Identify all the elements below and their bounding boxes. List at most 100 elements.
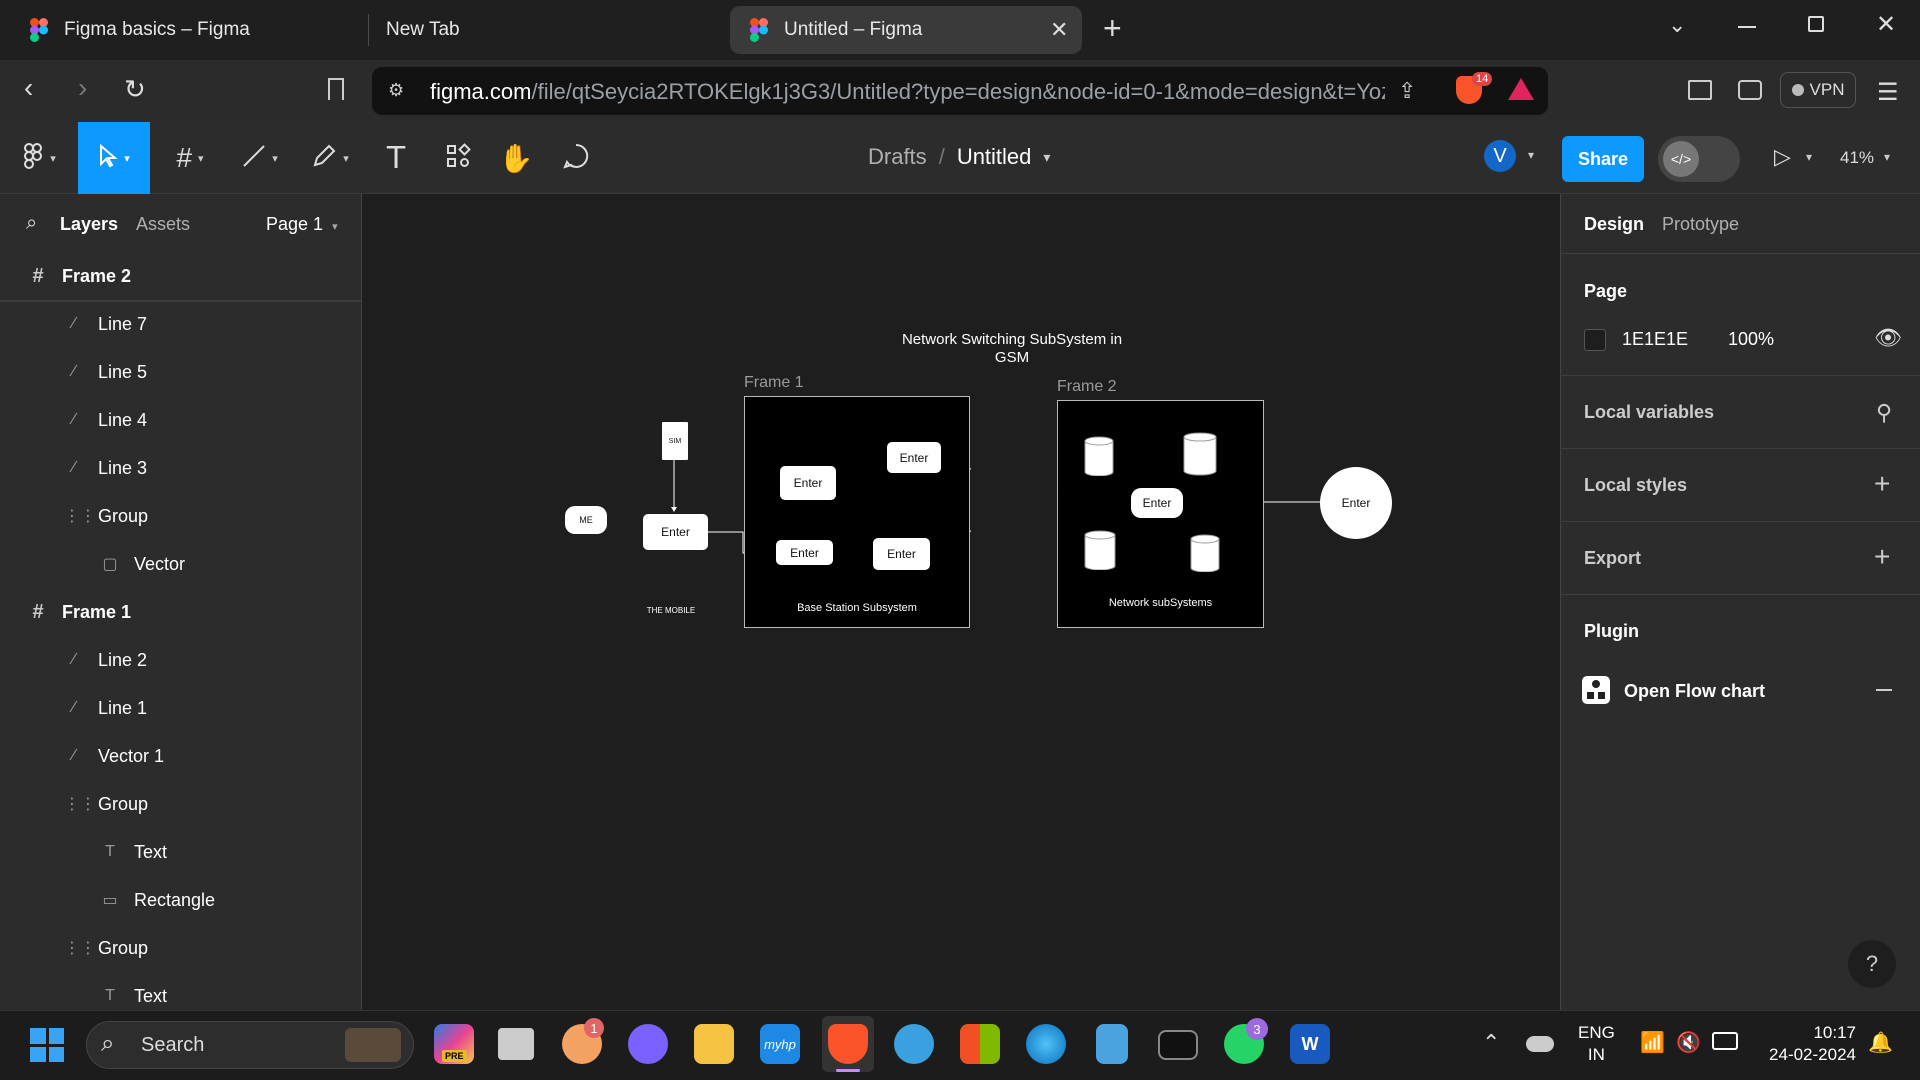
hand-tool-button[interactable]: ✋ — [492, 122, 540, 194]
help-button[interactable]: ? — [1848, 940, 1896, 988]
chevron-down-icon[interactable]: ▾ — [1043, 149, 1050, 166]
onedrive-cloud-icon[interactable] — [1526, 1036, 1554, 1052]
variables-sliders-icon[interactable]: ⚲ — [1876, 400, 1892, 426]
local-styles-label[interactable]: Local styles — [1584, 475, 1687, 496]
layer-row[interactable]: ⁄ Line 1 — [0, 684, 361, 732]
sidebar-toggle-icon[interactable] — [1688, 80, 1712, 100]
dev-mode-toggle[interactable]: </> — [1658, 136, 1740, 182]
bookmark-icon[interactable] — [328, 78, 344, 100]
enter-node[interactable]: Enter — [643, 514, 708, 550]
close-window-button[interactable]: ✕ — [1876, 10, 1896, 39]
tab-layers[interactable]: Layers — [60, 214, 118, 235]
bss-caption[interactable]: Base Station Subsystem — [744, 602, 970, 614]
new-tab-button[interactable]: + — [1103, 10, 1122, 47]
nss-caption[interactable]: Network subSystems — [1057, 597, 1264, 609]
layer-row[interactable]: ⁄ Line 2 — [0, 636, 361, 684]
get-help-icon[interactable] — [894, 1024, 934, 1064]
layer-row[interactable]: ⋮⋮ Group — [0, 780, 361, 828]
wifi-icon[interactable]: 📶 — [1640, 1030, 1665, 1055]
breadcrumb-drafts[interactable]: Drafts — [868, 144, 927, 170]
reload-button[interactable]: ↻ — [124, 74, 146, 105]
forward-button[interactable]: › — [78, 72, 87, 104]
site-settings-icon[interactable]: ⚙ — [388, 80, 404, 101]
move-tool-button[interactable]: ▾ — [78, 122, 150, 194]
main-menu-button[interactable]: ▾ — [10, 122, 70, 194]
frame-tool-button[interactable]: # ▾ — [160, 122, 220, 194]
back-button[interactable]: ‹ — [24, 72, 33, 104]
export-label[interactable]: Export — [1584, 548, 1641, 569]
layer-row[interactable]: ⁄ Line 5 — [0, 348, 361, 396]
show-hidden-icons-chevron[interactable]: ⌃ — [1482, 1030, 1500, 1056]
layer-row[interactable]: ⁄ Vector 1 — [0, 732, 361, 780]
notification-bell-icon[interactable]: 🔔 — [1868, 1030, 1893, 1055]
layer-row[interactable]: # Frame 2 — [0, 252, 361, 300]
text-tool-button[interactable]: T — [372, 122, 420, 194]
layer-row[interactable]: ⁄ Line 4 — [0, 396, 361, 444]
enter-circle-node[interactable]: Enter — [1320, 467, 1392, 539]
word-icon[interactable]: W — [1290, 1024, 1330, 1064]
search-icon[interactable]: ⌕ — [26, 212, 37, 235]
user-avatar[interactable]: V — [1484, 140, 1516, 172]
tab-new-tab[interactable]: New Tab — [366, 6, 716, 54]
layer-row[interactable]: T Text — [0, 828, 361, 876]
layer-row[interactable]: # Frame 1 — [0, 588, 361, 636]
tab-assets[interactable]: Assets — [136, 214, 190, 235]
pen-tool-button[interactable]: ▾ — [300, 122, 360, 194]
restore-window-button[interactable] — [1808, 16, 1824, 32]
file-name[interactable]: Untitled — [957, 144, 1032, 170]
present-play-icon[interactable]: ▷ — [1774, 144, 1791, 170]
layer-row[interactable]: ⋮⋮ Group — [0, 492, 361, 540]
chevron-down-icon[interactable]: ▾ — [1528, 148, 1534, 162]
page-color-swatch[interactable] — [1584, 329, 1606, 351]
page-opacity-value[interactable]: 100% — [1728, 329, 1774, 350]
volume-muted-icon[interactable]: 🔇 — [1676, 1030, 1701, 1055]
notepad-icon[interactable] — [1096, 1024, 1128, 1064]
battery-icon[interactable] — [1712, 1032, 1738, 1050]
browser-menu-icon[interactable]: ☰ — [1877, 78, 1899, 107]
layer-row[interactable]: ⁄ Line 3 — [0, 444, 361, 492]
myhp-icon[interactable]: myhp — [760, 1024, 800, 1064]
tab-figma-basics[interactable]: Figma basics – Figma — [10, 6, 360, 54]
resources-button[interactable] — [432, 122, 484, 194]
wallet-icon[interactable] — [1738, 80, 1762, 100]
edge-browser-icon[interactable] — [1026, 1024, 1066, 1064]
windows-start-icon[interactable] — [30, 1028, 64, 1062]
chevron-down-icon[interactable]: ▾ — [1806, 150, 1812, 164]
layer-row[interactable]: ▭ Rectangle — [0, 876, 361, 924]
clock[interactable]: 10:17 24-02-2024 — [1756, 1022, 1856, 1066]
chevron-down-icon[interactable]: ▾ — [1884, 150, 1890, 164]
plugin-open-flow-chart[interactable]: Open Flow chart — [1624, 681, 1765, 702]
share-page-icon[interactable]: ⇪ — [1398, 78, 1416, 104]
the-mobile-caption[interactable]: THE MOBILE — [628, 606, 714, 615]
comment-tool-button[interactable] — [550, 122, 602, 194]
share-button[interactable]: Share — [1562, 136, 1644, 182]
frame-1-base-station[interactable] — [744, 396, 970, 628]
brave-rewards-icon[interactable] — [1508, 78, 1534, 100]
zoom-level[interactable]: 41% — [1840, 148, 1874, 168]
tab-untitled-figma[interactable]: Untitled – Figma — [730, 6, 1082, 54]
layer-row[interactable]: ⁄ Line 7 — [0, 300, 361, 348]
enter-node[interactable]: Enter — [780, 466, 836, 500]
task-view-icon[interactable] — [498, 1028, 534, 1060]
minimize-window-button[interactable] — [1738, 26, 1756, 28]
teams-chat-icon[interactable] — [628, 1024, 668, 1064]
sim-node[interactable]: SIM — [662, 422, 688, 460]
enter-node[interactable]: Enter — [776, 540, 833, 565]
page-selector[interactable]: Page 1 ▾ — [266, 214, 338, 235]
enter-node[interactable]: Enter — [1131, 488, 1183, 518]
enter-node[interactable]: Enter — [887, 442, 941, 473]
eye-visibility-icon[interactable]: 👁 — [1874, 325, 1902, 351]
local-variables-label[interactable]: Local variables — [1584, 402, 1714, 423]
microsoft-store-icon[interactable] — [960, 1024, 1000, 1064]
remove-plugin-minus-icon[interactable] — [1876, 689, 1892, 691]
url-text[interactable]: figma.com/file/qtSeycia2RTOKElgk1j3G3/Un… — [430, 79, 1385, 105]
file-explorer-icon[interactable] — [694, 1024, 734, 1064]
language-indicator[interactable]: ENG IN — [1578, 1022, 1615, 1066]
me-node[interactable]: ME — [565, 506, 607, 534]
close-tab-icon[interactable]: ✕ — [1050, 17, 1068, 43]
tab-search-icon[interactable]: ⌄ — [1668, 12, 1686, 38]
brave-browser-icon[interactable] — [828, 1024, 868, 1064]
add-export-plus-icon[interactable]: + — [1874, 541, 1890, 573]
vpn-button[interactable]: VPN — [1780, 72, 1856, 108]
shape-tool-button[interactable]: ▾ — [230, 122, 290, 194]
